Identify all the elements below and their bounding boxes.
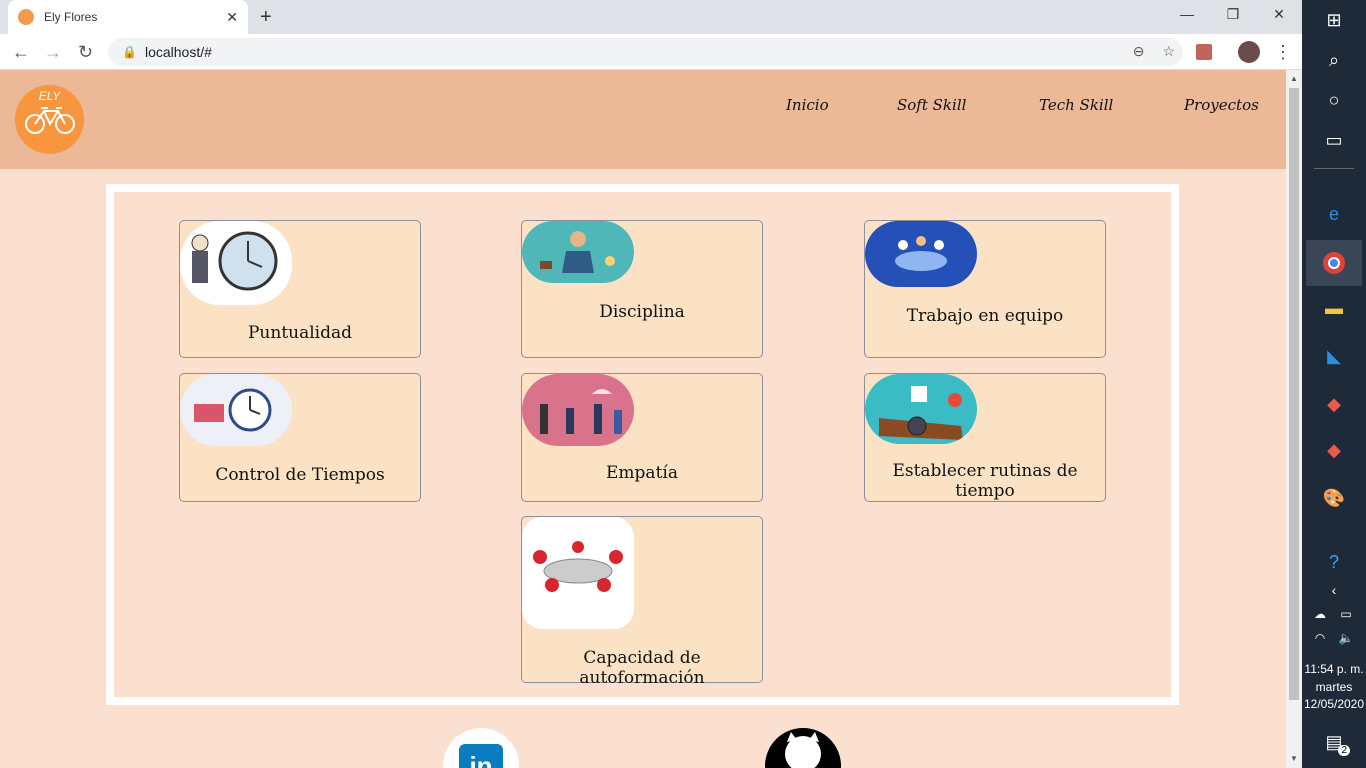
- close-window-button[interactable]: ✕: [1256, 6, 1302, 23]
- nav-tech-skill[interactable]: Tech Skill: [1039, 96, 1113, 114]
- site-header: ELY Inicio Soft Skill Tech Skill Proyect…: [0, 70, 1286, 169]
- skills-grid: Puntualidad Disciplina Trabajo en equipo…: [114, 192, 1171, 697]
- skill-label: Empatía: [606, 463, 678, 483]
- meditation-image: [522, 221, 634, 283]
- minimize-button[interactable]: —: [1164, 6, 1210, 22]
- notification-count: 2: [1338, 745, 1350, 756]
- clock-time[interactable]: 11:54 p. m.: [1302, 662, 1366, 676]
- skill-label: Establecer rutinas de tiempo: [892, 461, 1078, 501]
- nav-proyectos[interactable]: Proyectos: [1184, 96, 1259, 114]
- skill-label: Trabajo en equipo: [906, 306, 1064, 326]
- clock-date[interactable]: 12/05/2020: [1302, 697, 1366, 711]
- bookmark-star-icon[interactable]: ☆: [1162, 43, 1175, 60]
- browser-toolbar: ← → ↻ 🔒 localhost/# ⊖ ☆ ⋮: [0, 34, 1302, 70]
- lock-icon: 🔒: [122, 45, 137, 59]
- team-meeting-image: [865, 221, 977, 287]
- search-icon[interactable]: ⌕: [1318, 44, 1350, 76]
- skill-card-empatia[interactable]: Empatía: [521, 373, 763, 502]
- file-explorer-icon[interactable]: ▬: [1318, 292, 1350, 324]
- windows-taskbar: ⊞ ⌕ ○ ▭ e ▬ ◣ ◆ ◆ 🎨 ? ‹ ☁ ▭ ◠ 🔈 11:54 p.…: [1302, 0, 1366, 768]
- zoom-icon[interactable]: ⊖: [1133, 43, 1145, 60]
- clock-cartoon-image: [180, 221, 292, 305]
- url-text[interactable]: localhost/#: [145, 44, 212, 60]
- git-icon[interactable]: ◆: [1318, 388, 1350, 420]
- skill-card-control-de-tiempos[interactable]: Control de Tiempos: [179, 373, 421, 502]
- volume-icon[interactable]: 🔈: [1334, 622, 1358, 654]
- skill-card-trabajo-en-equipo[interactable]: Trabajo en equipo: [864, 220, 1106, 358]
- page-scrollbar[interactable]: ▲ ▼: [1286, 70, 1302, 768]
- skill-label: Disciplina: [599, 302, 685, 322]
- bicycle-icon: [25, 107, 75, 134]
- back-icon[interactable]: ←: [12, 42, 30, 63]
- cortana-icon[interactable]: ○: [1318, 84, 1350, 116]
- scroll-down-icon[interactable]: ▼: [1290, 754, 1298, 763]
- linkedin-link[interactable]: in: [443, 728, 519, 768]
- scrollbar-thumb[interactable]: [1289, 88, 1299, 700]
- new-tab-button[interactable]: +: [260, 6, 272, 29]
- edge-icon[interactable]: e: [1318, 198, 1350, 230]
- wristwatch-image: [865, 374, 977, 444]
- tab-close-button[interactable]: ✕: [226, 9, 238, 26]
- taskbar-divider: [1314, 168, 1354, 169]
- people-umbrella-image: [522, 374, 634, 446]
- github-link[interactable]: [765, 728, 841, 768]
- windows-start-icon[interactable]: ⊞: [1318, 4, 1350, 36]
- profile-avatar[interactable]: [1238, 41, 1260, 63]
- wifi-icon[interactable]: ◠: [1308, 622, 1332, 654]
- skill-card-puntualidad[interactable]: Puntualidad: [179, 220, 421, 358]
- chrome-icon[interactable]: [1306, 240, 1362, 286]
- red-figures-table-image: [522, 517, 634, 629]
- address-bar[interactable]: 🔒 localhost/# ⊖ ☆: [108, 38, 1183, 66]
- skill-label: Capacidad de autoformación: [579, 648, 705, 688]
- git-icon-2[interactable]: ◆: [1318, 434, 1350, 466]
- pdf-extension-icon[interactable]: [1196, 44, 1212, 60]
- browser-tab[interactable]: Ely Flores ✕: [8, 0, 248, 34]
- logo-text: ELY: [38, 89, 61, 103]
- menu-dots-icon[interactable]: ⋮: [1274, 42, 1292, 63]
- skill-card-establecer-rutinas[interactable]: Establecer rutinas de tiempo: [864, 373, 1106, 502]
- skills-section: Puntualidad Disciplina Trabajo en equipo…: [106, 184, 1179, 705]
- skill-card-autoformacion[interactable]: Capacidad de autoformación: [521, 516, 763, 688]
- clock-day[interactable]: martes: [1302, 680, 1366, 694]
- browser-tabbar: Ely Flores ✕ + — ❐ ✕: [0, 0, 1302, 34]
- logo[interactable]: ELY: [15, 85, 84, 154]
- time-control-image: [180, 374, 292, 446]
- maximize-button[interactable]: ❐: [1210, 6, 1256, 23]
- vscode-icon[interactable]: ◣: [1318, 340, 1350, 372]
- notifications-icon[interactable]: ▤ 2: [1318, 726, 1350, 758]
- skill-label: Control de Tiempos: [215, 465, 385, 485]
- skill-label: Puntualidad: [247, 323, 353, 343]
- favicon-icon: [18, 9, 34, 25]
- skill-card-disciplina[interactable]: Disciplina: [521, 220, 763, 358]
- github-icon: [785, 732, 821, 768]
- reload-icon[interactable]: ↻: [78, 42, 93, 63]
- nav-inicio[interactable]: Inicio: [786, 96, 829, 114]
- task-view-icon[interactable]: ▭: [1318, 124, 1350, 156]
- nav-soft-skill[interactable]: Soft Skill: [897, 96, 966, 114]
- forward-icon[interactable]: →: [44, 42, 62, 63]
- scroll-up-icon[interactable]: ▲: [1290, 74, 1298, 83]
- paint-icon[interactable]: 🎨: [1318, 482, 1350, 514]
- linkedin-icon: in: [459, 744, 503, 768]
- tab-title: Ely Flores: [44, 10, 98, 24]
